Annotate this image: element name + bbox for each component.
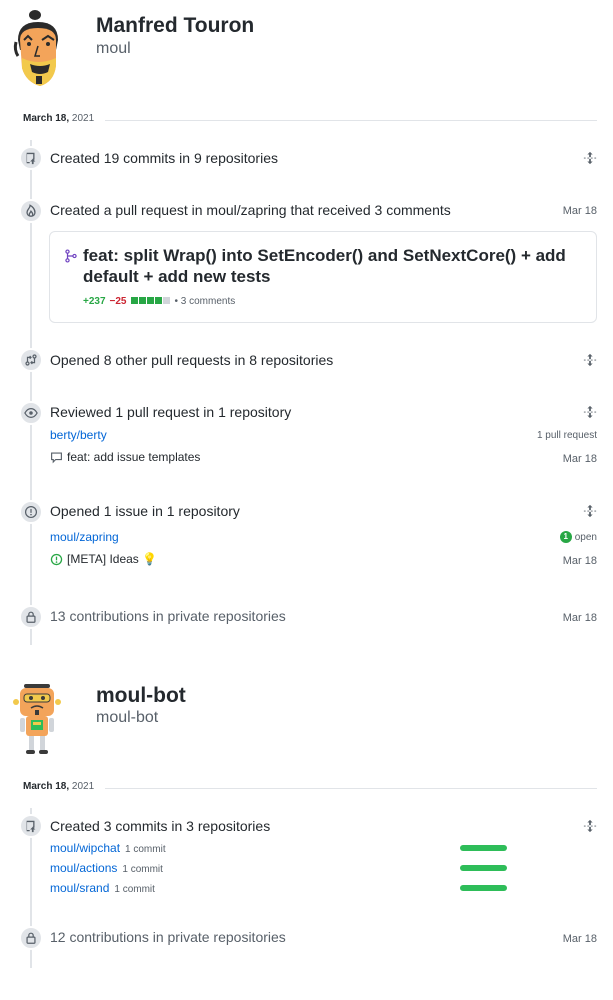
commit-repo-row: moul/wipchat 1 commit: [50, 841, 166, 855]
commits-summary[interactable]: Created 19 commits in 9 repositories: [50, 150, 278, 166]
date-divider: [105, 120, 597, 121]
diffstat-square: [154, 297, 162, 304]
git-compare-icon: [19, 348, 43, 372]
lock-icon: [19, 926, 43, 950]
issue-item-title[interactable]: [META] Ideas 💡: [67, 552, 157, 566]
profile-login: moul-bot: [96, 709, 159, 726]
commit-share-bar: [460, 845, 507, 851]
issue-repo-link[interactable]: moul/zapring: [50, 530, 119, 544]
commit-share-bar: [460, 885, 507, 891]
repo-push-icon: [19, 814, 43, 838]
eye-icon: [19, 401, 43, 425]
additions-count: +237: [83, 296, 106, 307]
issue-opened-icon: [19, 500, 43, 524]
date-month-day: March 18,: [23, 781, 70, 792]
profile-name[interactable]: Manfred Touron: [96, 14, 254, 38]
reviewed-repo-link[interactable]: berty/berty: [50, 428, 107, 442]
commit-repo-count: 1 commit: [114, 884, 155, 895]
issue-opened-icon: [50, 553, 63, 565]
issue-item[interactable]: [META] Ideas 💡: [50, 552, 157, 566]
reviewed-item-title[interactable]: feat: add issue templates: [67, 450, 200, 464]
diffstat-bar: [130, 296, 171, 307]
reviewed-repo-count: 1 pull request: [536, 430, 597, 441]
illustrated-man-avatar[interactable]: [10, 10, 68, 90]
private-contributions: 13 contributions in private repositories: [50, 608, 286, 624]
commit-repo-link[interactable]: moul/srand: [50, 881, 109, 895]
commit-share-bar: [460, 865, 507, 871]
issue-item-date: Mar 18: [562, 555, 597, 567]
reviewed-item[interactable]: feat: add issue templates: [50, 450, 200, 464]
date-month-day: March 18,: [23, 113, 70, 124]
commit-repo-row: moul/actions 1 commit: [50, 861, 163, 875]
commits-summary[interactable]: Created 3 commits in 3 repositories: [50, 818, 270, 834]
activity-date-header: March 18, 2021: [23, 113, 597, 127]
date-year: 2021: [71, 113, 95, 124]
commit-repo-link[interactable]: moul/wipchat: [50, 841, 120, 855]
pull-request-summary[interactable]: Created a pull request in moul/zapring t…: [50, 202, 451, 218]
repo-push-icon: [19, 146, 43, 170]
deletions-count: −25: [109, 296, 127, 307]
pull-request-meta: +237 −25 • 3 comments: [83, 296, 235, 307]
reviewed-summary[interactable]: Reviewed 1 pull request in 1 repository: [50, 404, 291, 420]
git-pull-request-icon: [65, 249, 77, 263]
flame-icon: [19, 199, 43, 223]
diffstat-square: [162, 297, 170, 304]
unfold-icon[interactable]: [583, 405, 597, 419]
diffstat-square: [130, 297, 138, 304]
diffstat-square: [138, 297, 146, 304]
unfold-icon[interactable]: [583, 504, 597, 518]
profile-login: moul: [96, 40, 131, 57]
unfold-icon[interactable]: [583, 151, 597, 165]
unfold-icon[interactable]: [583, 353, 597, 367]
diffstat-square: [146, 297, 154, 304]
unfold-icon[interactable]: [583, 819, 597, 833]
activity-date-header: March 18, 2021: [23, 781, 597, 795]
commit-repo-row: moul/srand 1 commit: [50, 881, 155, 895]
lock-icon: [19, 605, 43, 629]
date-year: 2021: [71, 781, 95, 792]
comments-count: • 3 comments: [174, 296, 236, 307]
private-contributions-date: Mar 18: [562, 612, 597, 624]
robot-avatar[interactable]: [12, 682, 62, 756]
comment-icon: [51, 451, 62, 463]
open-label: open: [574, 531, 597, 543]
date-divider: [105, 788, 597, 789]
commit-repo-count: 1 commit: [122, 864, 163, 875]
open-issues-badge: 1 open: [559, 531, 597, 543]
pull-request-date: Mar 18: [562, 205, 597, 217]
pull-request-card: feat: split Wrap() into SetEncoder() and…: [49, 231, 597, 323]
pull-request-title[interactable]: feat: split Wrap() into SetEncoder() and…: [83, 245, 573, 287]
open-issues-count: 1: [559, 531, 572, 543]
other-pull-requests-summary[interactable]: Opened 8 other pull requests in 8 reposi…: [50, 352, 333, 368]
commit-repo-link[interactable]: moul/actions: [50, 861, 117, 875]
issue-summary[interactable]: Opened 1 issue in 1 repository: [50, 503, 240, 519]
commit-repo-count: 1 commit: [125, 844, 166, 855]
private-contributions-date: Mar 18: [562, 933, 597, 945]
profile-name[interactable]: moul-bot: [96, 684, 186, 708]
reviewed-item-date: Mar 18: [562, 453, 597, 465]
private-contributions: 12 contributions in private repositories: [50, 929, 286, 945]
